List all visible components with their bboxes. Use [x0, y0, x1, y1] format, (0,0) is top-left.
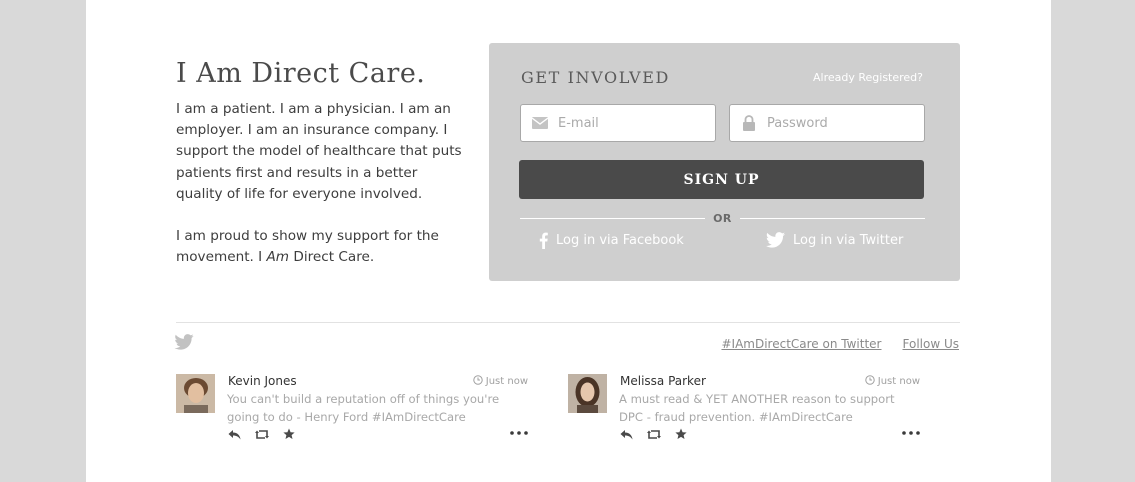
intro-paragraph-2: I am proud to show my support for the mo… [176, 226, 466, 268]
favorite-icon[interactable] [283, 428, 295, 440]
facebook-login-link[interactable]: Log in via Facebook [539, 232, 684, 249]
intro-section: I Am Direct Care. I am a patient. I am a… [176, 58, 466, 268]
intro-paragraph-2-end: Direct Care. [289, 249, 375, 266]
password-field[interactable] [729, 104, 925, 142]
clock-icon [865, 375, 875, 388]
or-label: OR [713, 212, 732, 225]
more-icon[interactable] [902, 431, 920, 435]
twitter-icon [766, 232, 785, 248]
twitter-login-label: Log in via Twitter [793, 232, 904, 248]
retweet-icon[interactable] [647, 429, 661, 440]
twitter-bird-icon [174, 334, 194, 354]
signup-title: GET INVOLVED [521, 68, 670, 87]
clock-icon [473, 375, 483, 388]
tweet-text: You can't build a reputation off of thin… [227, 392, 500, 424]
envelope-icon [532, 115, 548, 131]
facebook-icon [539, 232, 548, 249]
page-content: I Am Direct Care. I am a patient. I am a… [86, 0, 1051, 482]
feed-divider [176, 322, 960, 323]
facebook-login-label: Log in via Facebook [556, 233, 684, 248]
intro-paragraph-2-emphasis: Am [266, 249, 290, 266]
favorite-icon[interactable] [675, 428, 687, 440]
tweet-author[interactable]: Kevin Jones [228, 374, 297, 388]
tweet-author[interactable]: Melissa Parker [620, 374, 706, 388]
password-input[interactable] [767, 115, 917, 131]
follow-us-link[interactable]: Follow Us [903, 337, 960, 351]
divider-right [740, 218, 925, 219]
divider-left [520, 218, 705, 219]
reply-icon[interactable] [228, 429, 241, 440]
tweet-timestamp: Just now [865, 375, 920, 388]
hashtag-link[interactable]: #IAmDirectCare on Twitter [721, 337, 881, 351]
already-registered-link[interactable]: Already Registered? [813, 71, 923, 84]
tweet-time-label: Just now [877, 376, 920, 387]
signup-panel: GET INVOLVED Already Registered? SIGN UP… [489, 43, 960, 281]
tweet-card: Melissa Parker Just now A must read & YE… [568, 374, 920, 446]
tweet-text: A must read & YET ANOTHER reason to supp… [619, 392, 895, 424]
email-input[interactable] [558, 115, 708, 131]
retweet-icon[interactable] [255, 429, 269, 440]
signup-button[interactable]: SIGN UP [519, 160, 924, 199]
email-field[interactable] [520, 104, 716, 142]
tweet-card: Kevin Jones Just now You can't build a r… [176, 374, 528, 446]
lock-icon [741, 115, 757, 131]
tweet-timestamp: Just now [473, 375, 528, 388]
tweet-time-label: Just now [485, 376, 528, 387]
tweet-actions [620, 428, 687, 440]
reply-icon[interactable] [620, 429, 633, 440]
avatar[interactable] [568, 374, 607, 413]
more-icon[interactable] [510, 431, 528, 435]
avatar[interactable] [176, 374, 215, 413]
tweet-actions [228, 428, 295, 440]
feed-links: #IAmDirectCare on Twitter Follow Us [721, 337, 959, 351]
intro-title: I Am Direct Care. [176, 58, 426, 89]
intro-paragraph-1: I am a patient. I am a physician. I am a… [176, 101, 462, 202]
twitter-login-link[interactable]: Log in via Twitter [766, 232, 903, 248]
